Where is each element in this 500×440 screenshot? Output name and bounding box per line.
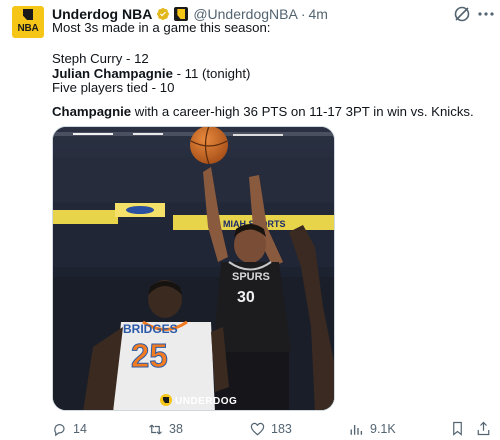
like-icon — [250, 422, 265, 436]
timestamp[interactable]: 4m — [309, 6, 328, 22]
tweet-text-row3: Five players tied - 10 — [52, 80, 175, 95]
knicks-jersey-number: 25 — [131, 337, 168, 374]
repost-button[interactable]: 38 — [148, 421, 183, 437]
avatar-label: NBA — [17, 23, 39, 34]
row2-rest: - 11 (tonight) — [172, 66, 251, 81]
summary-bold: Champagnie — [52, 104, 132, 119]
tweet: NBA Underdog NBA @UnderdogNBA · 4m Most … — [0, 0, 500, 440]
repost-count: 38 — [169, 422, 183, 436]
like-count: 183 — [271, 422, 292, 436]
views-count: 9.1K — [370, 422, 396, 436]
share-icon[interactable] — [476, 421, 491, 436]
more-icon[interactable] — [476, 4, 496, 24]
reply-count: 14 — [73, 422, 87, 436]
knicks-jersey-text: BRIDGES — [123, 322, 178, 336]
spurs-jersey-text: SPURS — [232, 271, 270, 283]
basketball-photo: MIAH SPORTS SPURS 30 BRIDGES 25 UNDERDOG — [53, 127, 334, 410]
reply-button[interactable]: 14 — [52, 421, 87, 437]
views-button[interactable]: 9.1K — [349, 421, 396, 437]
reply-icon — [54, 423, 65, 436]
grok-icon[interactable] — [452, 4, 472, 24]
underdog-logo-icon — [23, 9, 33, 20]
avatar[interactable]: NBA — [12, 6, 44, 38]
separator-dot: · — [300, 6, 306, 22]
summary-rest: with a career-high 36 PTS on 11-17 3PT i… — [131, 104, 474, 119]
repost-icon — [149, 424, 162, 434]
watermark-text: UNDERDOG — [175, 396, 237, 407]
player-name-bold: Julian Champagnie — [52, 66, 173, 81]
like-button[interactable]: 183 — [250, 421, 292, 437]
tweet-photo[interactable]: MIAH SPORTS SPURS 30 BRIDGES 25 UNDERDOG — [52, 126, 335, 411]
views-icon — [350, 424, 363, 435]
affiliate-badge-icon[interactable] — [174, 7, 189, 21]
spurs-jersey-number: 30 — [237, 289, 255, 306]
tweet-text-summary: Champagnie with a career-high 36 PTS on … — [52, 104, 474, 120]
bookmark-icon[interactable] — [450, 421, 465, 436]
tweet-text-intro: Most 3s made in a game this season: — [52, 20, 271, 35]
tweet-text-row1: Steph Curry - 12 — [52, 51, 149, 66]
action-bar: 14 38 183 9.1K — [52, 421, 492, 437]
verified-badge-icon — [157, 8, 170, 20]
